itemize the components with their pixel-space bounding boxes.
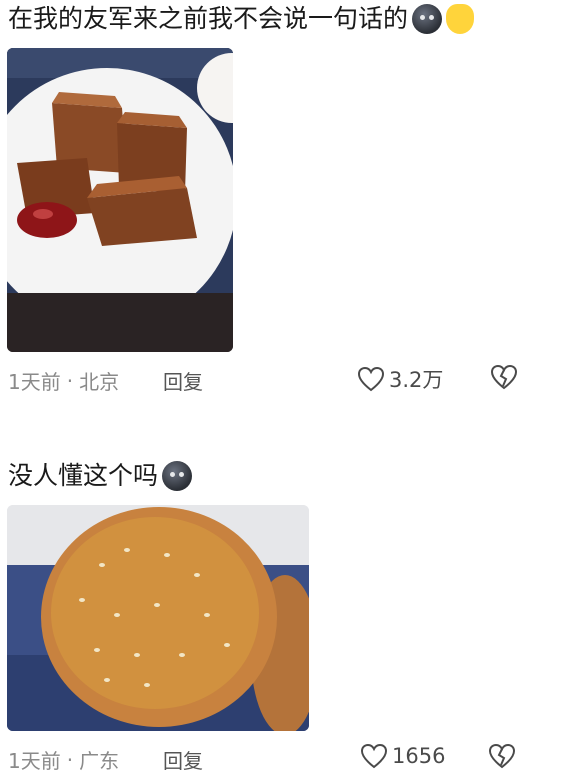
date-cake-image (7, 48, 233, 352)
comment-text: 没人懂这个吗 (8, 461, 159, 490)
heart-icon (357, 366, 385, 392)
comment-1-photo[interactable] (7, 48, 233, 352)
dark-face-emoji-icon (412, 4, 443, 34)
like-button[interactable]: 3.2万 (357, 364, 443, 394)
dislike-button[interactable] (488, 743, 520, 769)
dislike-button[interactable] (490, 364, 522, 390)
comment-1-meta: 1天前 · 北京 (8, 366, 119, 395)
comment-1-text-row: 在我的友军来之前我不会说一句话的 (8, 2, 475, 36)
comment-text: 在我的友军来之前我不会说一句话的 (8, 4, 409, 33)
like-count: 1656 (392, 744, 446, 768)
broken-heart-icon (488, 743, 516, 769)
comment-2-photo[interactable] (7, 505, 309, 731)
dark-face-emoji-icon (162, 461, 193, 491)
comment-time: 1天前 (8, 370, 61, 394)
comment-location: 北京 (79, 370, 120, 394)
meta-separator: · (66, 747, 74, 772)
comment-2-text-row: 没人懂这个吗 (8, 459, 193, 493)
like-count: 3.2万 (389, 368, 444, 392)
reply-button[interactable]: 回复 (163, 366, 203, 395)
heart-icon (360, 743, 388, 769)
meta-separator: · (66, 368, 74, 393)
like-button[interactable]: 1656 (360, 743, 445, 769)
broken-heart-icon (490, 364, 518, 390)
waving-hand-emoji-icon (446, 4, 475, 34)
sesame-cookie-image (7, 505, 309, 731)
